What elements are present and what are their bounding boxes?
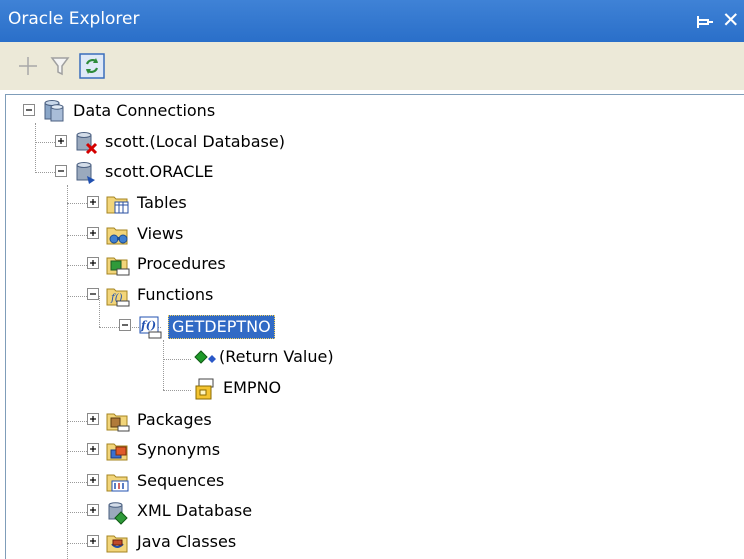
panel-title-bar: Oracle Explorer ✕ (0, 0, 744, 42)
toolbar (0, 42, 744, 90)
collapse-toggle[interactable] (87, 288, 99, 300)
expand-toggle[interactable] (87, 535, 99, 547)
function-icon: f() (139, 316, 162, 339)
expand-toggle[interactable] (87, 196, 99, 208)
tree-node-label: scott.ORACLE (105, 162, 214, 181)
tree-node-label: Procedures (137, 254, 226, 273)
tree-view[interactable]: Data Connections scott.(Local Database) … (5, 94, 744, 559)
database-connected-icon (76, 162, 95, 184)
tree-node-label: Sequences (137, 471, 225, 490)
refresh-button[interactable] (78, 52, 106, 80)
svg-text:f(): f() (140, 319, 156, 332)
panel-title: Oracle Explorer (8, 9, 140, 29)
tree-node-label: scott.(Local Database) (105, 132, 285, 151)
expand-toggle[interactable] (87, 227, 99, 239)
filter-button[interactable] (46, 52, 74, 80)
expand-toggle[interactable] (87, 504, 99, 516)
expand-toggle[interactable] (87, 413, 99, 425)
tree-node-label: EMPNO (223, 378, 282, 397)
expand-toggle[interactable] (87, 443, 99, 455)
close-icon: ✕ (722, 8, 740, 32)
collapse-toggle[interactable] (119, 319, 131, 331)
folder-java-icon (106, 535, 128, 553)
collapse-toggle[interactable] (55, 165, 67, 177)
plus-icon (19, 57, 37, 75)
tree-node-label: Functions (137, 285, 214, 304)
folder-synonym-icon (106, 443, 128, 461)
expand-toggle[interactable] (55, 135, 67, 147)
database-disconnected-icon (76, 132, 98, 155)
folder-sequence-icon (106, 474, 129, 492)
funnel-icon (50, 57, 70, 76)
close-button[interactable]: ✕ (722, 6, 744, 34)
tree-node-label: Packages (137, 410, 212, 429)
tree-node-label: Views (137, 224, 184, 243)
pin-icon (697, 16, 713, 28)
tree-node-label: Data Connections (73, 101, 216, 120)
folder-procedure-icon (106, 257, 130, 276)
tree-node-label: Tables (137, 193, 187, 212)
xml-database-icon (108, 502, 128, 525)
tree-node-label: (Return Value) (219, 347, 334, 366)
tree-node-label-selected: GETDEPTNO (168, 315, 275, 339)
return-value-icon (194, 350, 216, 364)
folder-table-icon (106, 196, 129, 214)
pin-button[interactable] (694, 10, 716, 32)
expand-toggle[interactable] (87, 257, 99, 269)
tree-node-label: Synonyms (137, 440, 221, 459)
folder-view-icon (106, 227, 128, 245)
parameter-icon (195, 378, 214, 400)
database-cylinders-icon (44, 100, 64, 122)
tree-node-label: Java Classes (137, 532, 237, 551)
expand-toggle[interactable] (87, 474, 99, 486)
refresh-icon (79, 53, 105, 79)
folder-package-icon (106, 413, 130, 432)
add-connection-button[interactable] (14, 52, 42, 80)
tree-node-label: XML Database (137, 501, 253, 520)
folder-function-icon: f() (106, 288, 130, 307)
collapse-toggle[interactable] (23, 104, 35, 116)
